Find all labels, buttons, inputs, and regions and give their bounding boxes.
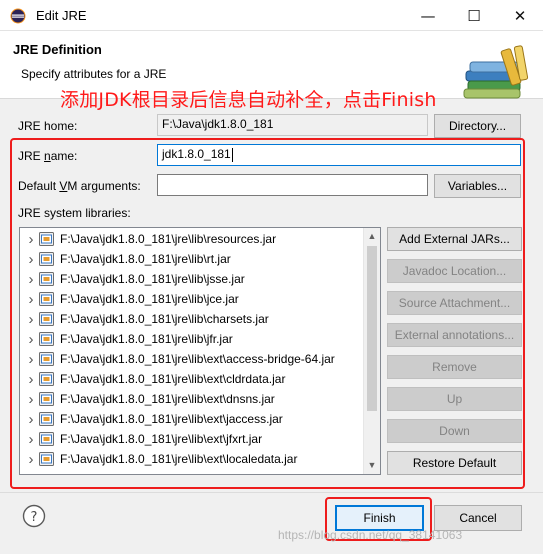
- help-icon[interactable]: ?: [22, 504, 46, 528]
- title-bar: Edit JRE — ☐ ✕: [0, 0, 543, 31]
- annotation-frame-form: [10, 138, 525, 489]
- svg-text:?: ?: [31, 510, 38, 525]
- watermark: https://blog.csdn.net/qq_38141063: [278, 528, 463, 542]
- jre-home-label: JRE home:: [18, 119, 78, 133]
- maximize-button[interactable]: ☐: [451, 0, 497, 31]
- window-title: Edit JRE: [36, 8, 87, 23]
- header-title: JRE Definition: [13, 42, 102, 57]
- jre-home-field[interactable]: F:\Java\jdk1.8.0_181: [157, 114, 428, 136]
- close-button[interactable]: ✕: [497, 0, 543, 31]
- directory-button[interactable]: Directory...: [434, 114, 521, 138]
- minimize-button[interactable]: —: [405, 0, 451, 31]
- annotation-text: 添加JDK根目录后信息自动补全，点击Finish: [60, 89, 437, 111]
- header-subtitle: Specify attributes for a JRE: [21, 67, 167, 81]
- eclipse-icon: [10, 8, 26, 24]
- library-books-icon: [463, 45, 529, 99]
